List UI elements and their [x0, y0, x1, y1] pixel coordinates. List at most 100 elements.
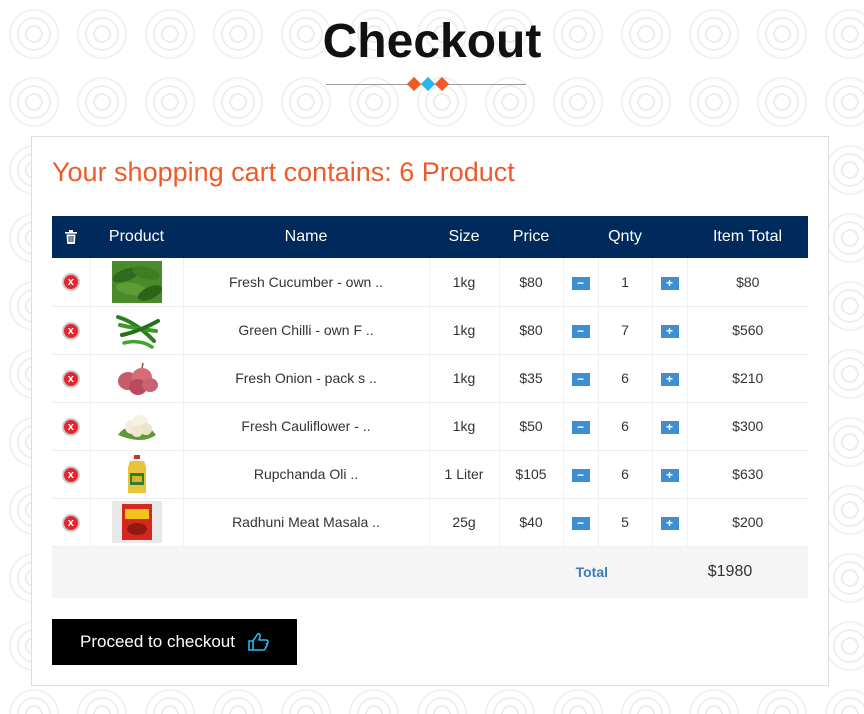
item-total: $210 [732, 370, 764, 386]
proceed-to-checkout-button[interactable]: Proceed to checkout [52, 619, 297, 665]
decrease-qty-button[interactable]: − [571, 324, 590, 338]
total-row: Total $1980 [52, 546, 808, 598]
increase-qty-button[interactable]: + [660, 372, 679, 386]
product-image-cell [90, 354, 184, 402]
remove-item-button[interactable]: x [61, 465, 80, 484]
item-size: 1kg [429, 306, 500, 354]
item-price: $80 [499, 258, 564, 306]
hand-pointing-icon [248, 632, 269, 651]
minus-cell: − [563, 450, 599, 498]
oil-bottle-image [111, 453, 162, 495]
green-chilli-image [111, 309, 162, 351]
decrease-qty-button[interactable]: − [571, 276, 590, 290]
cauliflower-image [111, 405, 162, 447]
remove-cell: x [52, 258, 91, 306]
header-remove [52, 216, 90, 258]
item-size: 1kg [429, 258, 500, 306]
cart-heading: Your shopping cart contains: 6 Product [52, 157, 515, 187]
decrease-qty-button[interactable]: − [571, 420, 590, 434]
remove-cell: x [52, 402, 91, 450]
header-item-total: Item Total [712, 228, 783, 245]
total-label: Total [575, 564, 608, 581]
plus-cell: + [652, 354, 688, 402]
onion-image [111, 357, 162, 399]
plus-cell: + [652, 306, 688, 354]
divider-diamond-left [406, 76, 422, 92]
total-value-cell: $1980 [652, 546, 808, 598]
trash-icon [65, 229, 77, 244]
plus-cell: + [652, 402, 688, 450]
remove-item-button[interactable]: x [61, 273, 80, 292]
table-row: x Fresh Cauliflower - .. 1kg $50 − 6 + $… [52, 402, 808, 450]
increase-qty-button[interactable]: + [660, 516, 679, 530]
product-image-cell [90, 402, 184, 450]
cucumber-image [111, 260, 162, 303]
item-price: $80 [499, 306, 564, 354]
divider-diamond-center [420, 76, 436, 92]
plus-cell: + [652, 498, 688, 546]
item-price: $40 [499, 498, 564, 546]
increase-qty-button[interactable]: + [660, 420, 679, 434]
table-row: x Green Chilli - own F .. 1kg $80 − 7 + [52, 306, 808, 354]
header-product: Product [108, 228, 165, 245]
item-name: Fresh Onion - pack s .. [183, 354, 430, 402]
remove-cell: x [52, 306, 91, 354]
header-plus [652, 216, 687, 258]
minus-cell: − [563, 258, 599, 306]
remove-cell: x [52, 354, 91, 402]
decrease-qty-button[interactable]: − [571, 372, 590, 386]
checkout-button-label: Proceed to checkout [80, 632, 235, 651]
item-total: $560 [732, 322, 764, 338]
item-price: $35 [499, 354, 564, 402]
item-name: Fresh Cucumber - own .. [183, 258, 430, 306]
divider-diamond-right [434, 76, 450, 92]
minus-cell: − [563, 354, 599, 402]
cart-card: Your shopping cart contains: 6 Product P… [31, 136, 829, 686]
item-name: Green Chilli - own F .. [183, 306, 430, 354]
item-price: $50 [499, 402, 564, 450]
item-size: 25g [429, 498, 500, 546]
remove-item-button[interactable]: x [61, 321, 80, 340]
item-total: $80 [736, 273, 760, 290]
item-qty: 7 [598, 306, 653, 354]
product-image-cell [90, 450, 184, 498]
page-title: Checkout [322, 15, 542, 68]
table-row: x Radhuni Meat Masala .. 25g $40 − 5 + $… [52, 498, 808, 546]
table-row: x Fresh Cucumber - own .. 1kg $80 − 1 + [52, 258, 808, 306]
remove-item-button[interactable]: x [61, 369, 80, 388]
remove-cell: x [52, 498, 91, 546]
item-total: $300 [732, 418, 764, 434]
increase-qty-button[interactable]: + [660, 468, 679, 482]
item-qty: 5 [598, 498, 653, 546]
header-price: Price [512, 228, 550, 245]
decrease-qty-button[interactable]: − [571, 468, 590, 482]
header-name: Name [284, 228, 328, 245]
cart-table: Product Name Size Price Qnty Item Total … [52, 216, 808, 598]
product-image-cell [90, 306, 184, 354]
minus-cell: − [563, 306, 599, 354]
item-size: 1kg [429, 354, 500, 402]
plus-cell: + [652, 450, 688, 498]
item-name: Fresh Cauliflower - .. [183, 402, 430, 450]
total-label-cell: Total [52, 546, 652, 598]
title-divider [326, 76, 526, 92]
table-row: x Rupchanda Oli .. 1 Liter $105 − 6 + $6… [52, 450, 808, 498]
minus-cell: − [563, 498, 599, 546]
item-qty: 6 [598, 402, 653, 450]
remove-item-button[interactable]: x [61, 417, 80, 436]
decrease-qty-button[interactable]: − [571, 516, 590, 530]
header-size: Size [448, 228, 480, 245]
increase-qty-button[interactable]: + [660, 276, 679, 290]
increase-qty-button[interactable]: + [660, 324, 679, 338]
item-name: Rupchanda Oli .. [183, 450, 430, 498]
header-minus [563, 216, 598, 258]
item-size: 1kg [429, 402, 500, 450]
item-qty: 6 [598, 450, 653, 498]
product-image-cell [90, 258, 184, 306]
minus-cell: − [563, 402, 599, 450]
item-name: Radhuni Meat Masala .. [183, 498, 430, 546]
item-size: 1 Liter [429, 450, 500, 498]
remove-item-button[interactable]: x [61, 513, 80, 532]
table-row: x Fresh Onion - pack s .. 1kg $35 − 6 + … [52, 354, 808, 402]
total-value: $1980 [707, 563, 753, 581]
